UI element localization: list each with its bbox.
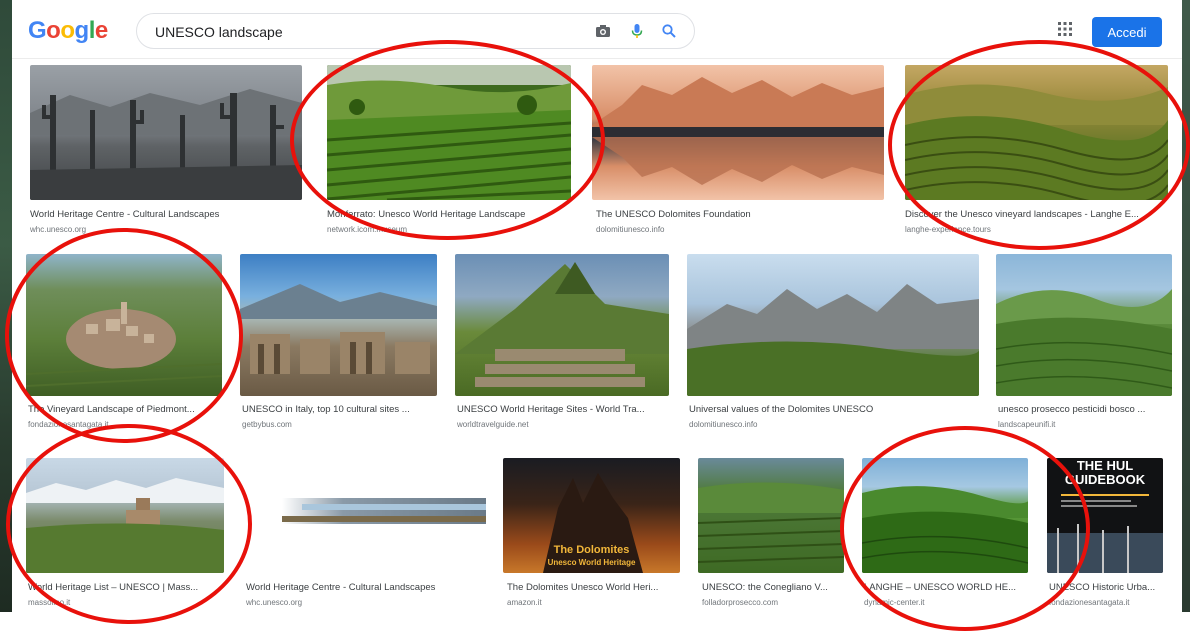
camera-icon[interactable] bbox=[595, 23, 611, 39]
background-edge-right bbox=[1182, 0, 1190, 612]
result-source[interactable]: dynamic-center.it bbox=[864, 598, 1028, 607]
result-source[interactable]: worldtravelguide.net bbox=[457, 420, 669, 429]
logo-letter: g bbox=[74, 17, 90, 44]
result-title[interactable]: UNESCO: the Conegliano V... bbox=[702, 582, 844, 593]
result-source[interactable]: massolino.it bbox=[28, 598, 224, 607]
thumbnail-dolomites-valley[interactable] bbox=[687, 254, 979, 396]
result-source[interactable]: folladorprosecco.com bbox=[702, 598, 844, 607]
logo-letter: G bbox=[28, 17, 47, 44]
search-input[interactable] bbox=[153, 21, 577, 43]
result-source[interactable]: getbybus.com bbox=[242, 420, 437, 429]
image-result[interactable]: UNESCO World Heritage Sites - World Tra.… bbox=[455, 254, 669, 432]
result-title[interactable]: unesco prosecco pesticidi bosco ... bbox=[998, 404, 1172, 415]
book-subtitle-text: Unesco World Heritage bbox=[547, 558, 636, 567]
result-source[interactable]: fondazionesantagata.it bbox=[28, 420, 222, 429]
thumbnail-wide-panorama[interactable] bbox=[242, 458, 486, 573]
image-result[interactable]: UNESCO in Italy, top 10 cultural sites .… bbox=[240, 254, 437, 432]
search-icon[interactable] bbox=[661, 23, 677, 39]
image-result[interactable]: World Heritage List – UNESCO | Mass... m… bbox=[26, 458, 224, 608]
logo-letter: o bbox=[46, 17, 61, 44]
google-logo[interactable]: Google bbox=[28, 17, 108, 45]
image-result[interactable]: The Vineyard Landscape of Piedmont... fo… bbox=[26, 254, 222, 432]
thumbnail-pompeii-ruins[interactable] bbox=[240, 254, 437, 396]
image-result[interactable]: World Heritage Centre - Cultural Landsca… bbox=[242, 458, 486, 608]
result-source[interactable]: langhe-experience.tours bbox=[905, 225, 1168, 234]
thumbnail-langhe-hills[interactable] bbox=[905, 65, 1168, 200]
result-title[interactable]: UNESCO in Italy, top 10 cultural sites .… bbox=[242, 404, 437, 415]
result-title[interactable]: The UNESCO Dolomites Foundation bbox=[596, 209, 884, 220]
result-title[interactable]: World Heritage List – UNESCO | Mass... bbox=[28, 582, 224, 593]
thumbnail-dolomites-book[interactable]: The Dolomites Unesco World Heritage bbox=[503, 458, 680, 573]
image-result[interactable]: World Heritage Centre - Cultural Landsca… bbox=[30, 65, 302, 237]
result-title[interactable]: The Dolomites Unesco World Heri... bbox=[507, 582, 680, 593]
result-title[interactable]: UNESCO World Heritage Sites - World Tra.… bbox=[457, 404, 669, 415]
thumbnail-hul-guidebook[interactable]: THE HUL GUIDEBOOK bbox=[1047, 458, 1163, 573]
image-result[interactable]: The Dolomites Unesco World Heritage The … bbox=[503, 458, 680, 608]
result-source[interactable]: network.icom.museum bbox=[327, 225, 571, 234]
search-box bbox=[136, 13, 695, 49]
thumbnail-serralunga-castle[interactable] bbox=[26, 458, 224, 573]
top-bar: Google Accedi bbox=[12, 0, 1182, 59]
book-title-text: The Dolomites bbox=[553, 544, 630, 556]
result-source[interactable]: dolomitiunesco.info bbox=[596, 225, 884, 234]
sign-in-button[interactable]: Accedi bbox=[1092, 17, 1162, 47]
result-title[interactable]: LANGHE – UNESCO WORLD HE... bbox=[864, 582, 1028, 593]
image-result[interactable]: unesco prosecco pesticidi bosco ... land… bbox=[996, 254, 1172, 432]
result-title[interactable]: UNESCO Historic Urba... bbox=[1049, 582, 1163, 593]
microphone-icon[interactable] bbox=[629, 23, 645, 39]
result-source[interactable]: fondazionesantagata.it bbox=[1049, 598, 1163, 607]
logo-letter: o bbox=[60, 17, 75, 44]
image-result[interactable]: LANGHE – UNESCO WORLD HE... dynamic-cent… bbox=[862, 458, 1028, 608]
thumbnail-cactus-valley[interactable] bbox=[30, 65, 302, 200]
background-edge-left bbox=[0, 0, 12, 612]
image-result[interactable]: UNESCO: the Conegliano V... folladorpros… bbox=[698, 458, 844, 608]
thumbnail-langhe-vineyard[interactable] bbox=[862, 458, 1028, 573]
thumbnail-dolomites-reflection[interactable] bbox=[592, 65, 884, 200]
result-title[interactable]: The Vineyard Landscape of Piedmont... bbox=[28, 404, 222, 415]
thumbnail-prosecco-hills[interactable] bbox=[996, 254, 1172, 396]
result-source[interactable]: landscapeunifi.it bbox=[998, 420, 1172, 429]
result-title[interactable]: Monferrato: Unesco World Heritage Landsc… bbox=[327, 209, 571, 220]
logo-letter: e bbox=[94, 17, 108, 44]
result-title[interactable]: Discover the Unesco vineyard landscapes … bbox=[905, 209, 1168, 220]
result-source[interactable]: whc.unesco.org bbox=[246, 598, 486, 607]
result-source[interactable]: dolomitiunesco.info bbox=[689, 420, 979, 429]
result-source[interactable]: whc.unesco.org bbox=[30, 225, 302, 234]
result-title[interactable]: World Heritage Centre - Cultural Landsca… bbox=[30, 209, 302, 220]
image-result[interactable]: Monferrato: Unesco World Heritage Landsc… bbox=[327, 65, 571, 237]
apps-grid-icon[interactable] bbox=[1058, 22, 1072, 36]
thumbnail-monferrato-vineyard[interactable] bbox=[327, 65, 571, 200]
image-result[interactable]: Discover the Unesco vineyard landscapes … bbox=[905, 65, 1168, 237]
image-result[interactable]: The UNESCO Dolomites Foundation dolomiti… bbox=[592, 65, 884, 237]
image-result[interactable]: Universal values of the Dolomites UNESCO… bbox=[687, 254, 979, 432]
thumbnail-conegliano-vineyards[interactable] bbox=[698, 458, 844, 573]
image-result[interactable]: THE HUL GUIDEBOOK UNESCO Historic Urba..… bbox=[1047, 458, 1163, 608]
result-title[interactable]: World Heritage Centre - Cultural Landsca… bbox=[246, 582, 486, 593]
result-title[interactable]: Universal values of the Dolomites UNESCO bbox=[689, 404, 979, 415]
thumbnail-piedmont-village[interactable] bbox=[26, 254, 222, 396]
thumbnail-machu-picchu[interactable] bbox=[455, 254, 669, 396]
result-source[interactable]: amazon.it bbox=[507, 598, 680, 607]
